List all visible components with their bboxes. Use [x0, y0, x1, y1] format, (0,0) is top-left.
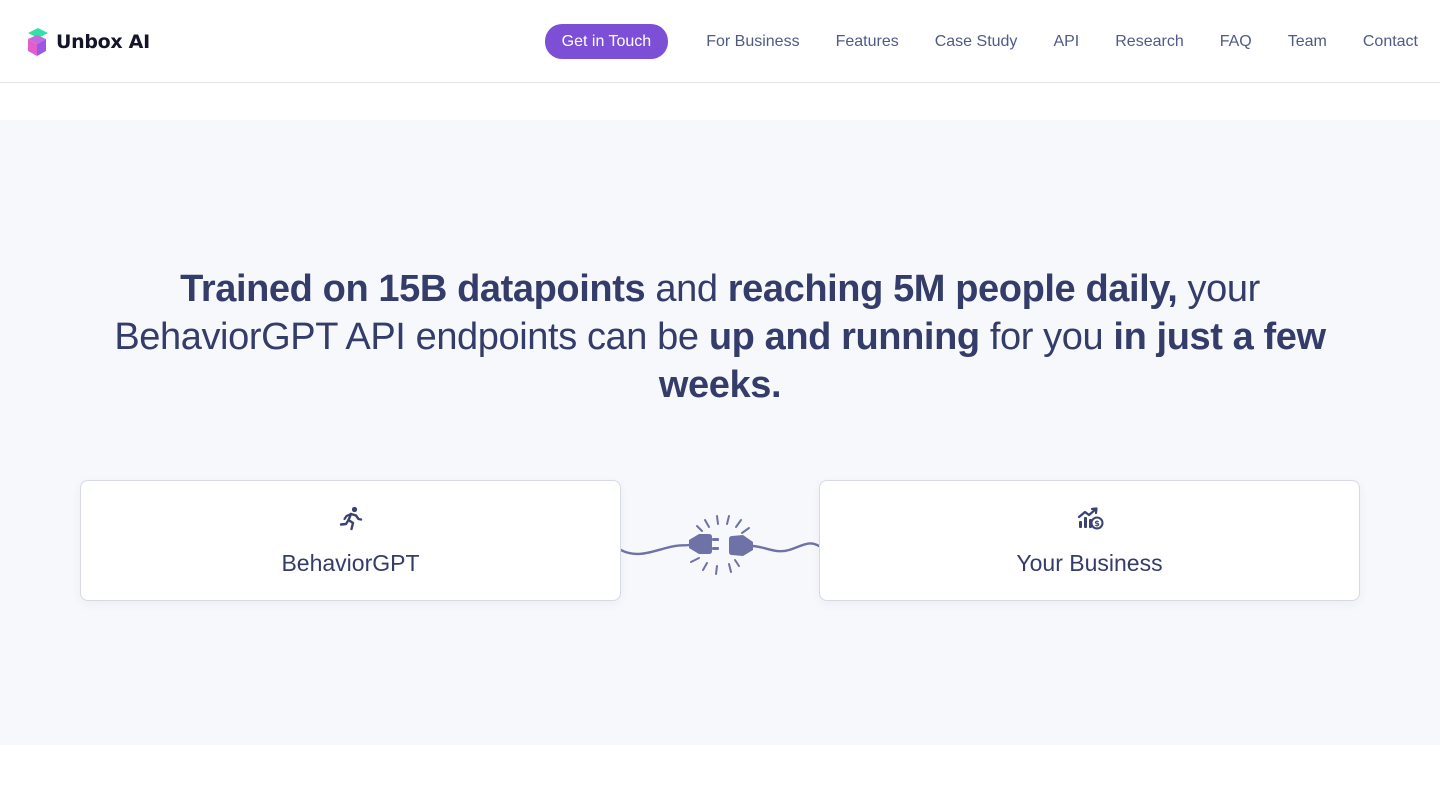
nav-link-faq[interactable]: FAQ — [1220, 33, 1252, 51]
main-nav: Get in Touch For Business Features Case … — [544, 24, 1418, 59]
your-business-label: Your Business — [1016, 550, 1163, 576]
brand-logo[interactable]: Unbox AI — [24, 26, 150, 58]
nav-link-case-study[interactable]: Case Study — [935, 33, 1018, 51]
brand-name: Unbox AI — [56, 31, 150, 53]
get-in-touch-button[interactable]: Get in Touch — [544, 24, 669, 59]
headline-segment: up and running — [708, 316, 980, 358]
headline-segment: for you — [979, 316, 1114, 358]
your-business-card: $ Your Business — [819, 480, 1360, 601]
svg-text:$: $ — [1094, 519, 1100, 528]
nav-link-for-business[interactable]: For Business — [706, 33, 799, 51]
nav-link-contact[interactable]: Contact — [1363, 33, 1418, 51]
growth-chart-dollar-icon: $ — [1077, 507, 1103, 530]
headline-segment: and — [645, 268, 728, 310]
hero-section: Trained on 15B datapoints and reaching 5… — [0, 120, 1440, 745]
page-bottom-area — [0, 745, 1440, 810]
behaviorgpt-card: BehaviorGPT — [80, 480, 621, 601]
headline-segment: reaching 5M people daily, — [727, 268, 1178, 310]
nav-link-api[interactable]: API — [1053, 33, 1079, 51]
behaviorgpt-label: BehaviorGPT — [281, 550, 420, 576]
plug-socket-icon — [621, 515, 819, 575]
hero-headline: Trained on 15B datapoints and reaching 5… — [100, 265, 1340, 409]
running-person-icon — [339, 506, 362, 531]
site-header: Unbox AI Get in Touch For Business Featu… — [0, 0, 1440, 83]
cube-logo-icon — [28, 28, 48, 56]
headline-segment: Trained on 15B datapoints — [180, 268, 646, 310]
nav-link-team[interactable]: Team — [1288, 33, 1327, 51]
nav-link-research[interactable]: Research — [1115, 33, 1183, 51]
nav-link-features[interactable]: Features — [836, 33, 899, 51]
